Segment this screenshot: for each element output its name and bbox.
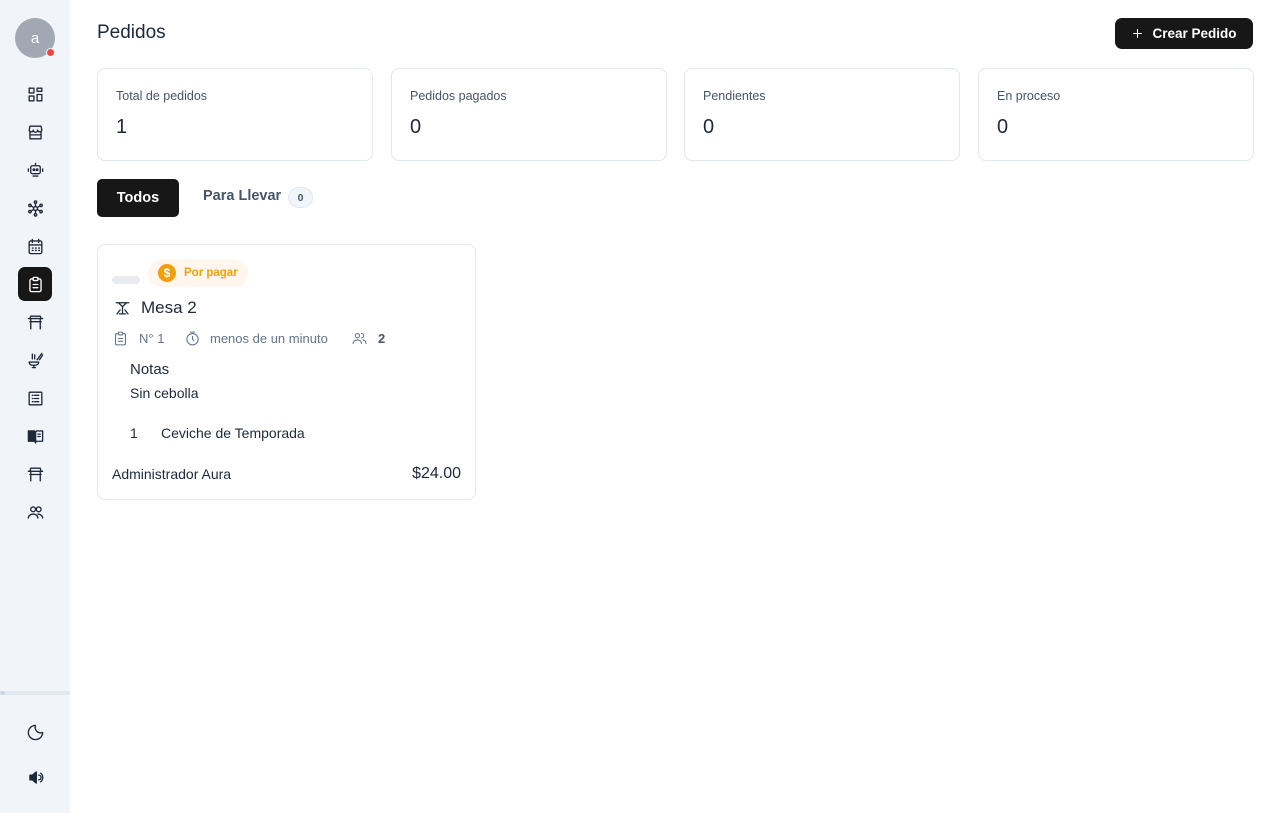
stat-value: 0 [997, 116, 1009, 138]
coin-icon: $ [158, 264, 176, 282]
create-order-label: Crear Pedido [1152, 26, 1237, 41]
stat-label: En proceso [997, 89, 1061, 103]
status-label: Por pagar [184, 267, 238, 279]
theme-toggle-button[interactable] [18, 715, 52, 749]
avatar[interactable]: a [15, 18, 55, 58]
stat-label: Total de pedidos [116, 89, 208, 103]
store-icon [27, 124, 43, 140]
order-total: $24.00 [412, 465, 461, 482]
dashboard-icon [27, 86, 43, 102]
robot-icon [27, 162, 43, 177]
tab-all[interactable]: Todos [97, 179, 179, 217]
sidebar-item-network[interactable] [18, 191, 52, 225]
stat-label: Pedidos pagados [410, 89, 507, 103]
tab-takeaway[interactable]: Para Llevar [203, 188, 281, 204]
users-icon [27, 505, 43, 519]
table-icon [27, 314, 43, 330]
order-user: Administrador Aura [112, 466, 232, 482]
order-card[interactable]: $ Por pagar Mesa 2 N° 1 menos de un minu… [97, 244, 476, 500]
order-table-name: Mesa 2 [141, 298, 197, 317]
takeaway-count-badge: 0 [288, 187, 313, 208]
sidebar-item-list[interactable] [18, 381, 52, 415]
moon-icon [27, 724, 43, 740]
stat-card-in-process: En proceso 0 [978, 68, 1254, 161]
notification-dot [46, 48, 55, 57]
order-number-icon [112, 330, 129, 347]
stat-card-total: Total de pedidos 1 [97, 68, 373, 161]
sidebar-item-store[interactable] [18, 115, 52, 149]
sidebar-item-store-front[interactable] [18, 457, 52, 491]
sidebar-item-tables[interactable] [18, 305, 52, 339]
scrollbar-thumb[interactable] [0, 691, 5, 695]
list-icon [27, 390, 43, 406]
order-number: N° 1 [139, 331, 165, 346]
sidebar-item-menu[interactable] [18, 419, 52, 453]
sidebar-item-kitchen[interactable] [18, 343, 52, 377]
stat-value: 1 [116, 116, 128, 138]
menu-book-icon [27, 429, 43, 444]
sidebar: a [0, 0, 70, 813]
calendar-icon [27, 238, 43, 254]
order-item-qty: 1 [130, 425, 138, 441]
plus-icon [1133, 29, 1143, 38]
network-icon [27, 199, 43, 217]
dining-table-icon [113, 298, 132, 317]
sidebar-item-users[interactable] [18, 495, 52, 529]
order-elapsed-time: menos de un minuto [210, 331, 328, 346]
create-order-button[interactable]: Crear Pedido [1115, 18, 1253, 49]
order-guests: 2 [378, 331, 386, 346]
sidebar-item-orders[interactable] [18, 267, 52, 301]
stat-card-pending: Pendientes 0 [684, 68, 960, 161]
order-item-name: Ceviche de Temporada [161, 425, 305, 441]
store-front-icon [27, 466, 43, 482]
volume-icon [28, 770, 43, 784]
stat-label: Pendientes [703, 89, 766, 103]
kitchen-icon [27, 352, 43, 368]
notes-title: Notas [130, 361, 170, 378]
guests-icon [351, 330, 368, 347]
avatar-initial: a [30, 29, 40, 47]
notes-text: Sin cebolla [130, 385, 199, 401]
sidebar-item-dashboard[interactable] [18, 77, 52, 111]
sidebar-item-calendar[interactable] [18, 229, 52, 263]
stopwatch-icon [184, 330, 201, 347]
stat-card-paid: Pedidos pagados 0 [391, 68, 667, 161]
stat-value: 0 [410, 116, 422, 138]
stat-value: 0 [703, 116, 715, 138]
skeleton-pill [112, 276, 140, 284]
sidebar-item-robot[interactable] [18, 153, 52, 187]
sidebar-scrollbar[interactable] [0, 691, 70, 695]
clipboard-icon [28, 276, 42, 292]
status-badge: $ Por pagar [148, 259, 248, 287]
sound-toggle-button[interactable] [18, 760, 52, 794]
page-title: Pedidos [97, 22, 166, 43]
